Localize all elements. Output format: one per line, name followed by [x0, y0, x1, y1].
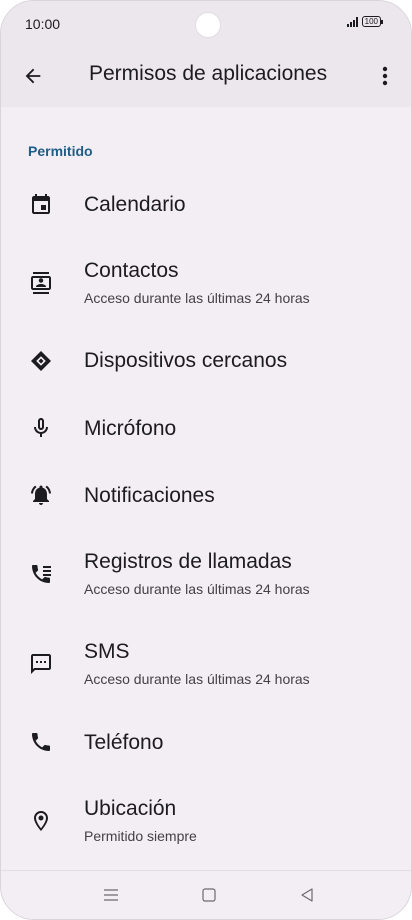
- call-log-icon: [27, 560, 55, 588]
- camera-cutout: [195, 12, 221, 38]
- phone-screen: 10:00 100 Permisos de aplicaciones Permi…: [0, 0, 412, 920]
- permission-item-nearby-devices[interactable]: Dispositivos cercanos: [1, 331, 411, 391]
- location-icon: [27, 807, 55, 835]
- menu-icon[interactable]: [99, 883, 123, 907]
- permission-item-sms[interactable]: SMS Acceso durante las últimas 24 horas: [1, 632, 411, 692]
- permission-item-notifications[interactable]: Notificaciones: [1, 465, 411, 525]
- permission-sublabel: Acceso durante las últimas 24 horas: [84, 671, 310, 687]
- calendar-icon: [27, 190, 55, 218]
- permission-item-contacts[interactable]: Contactos Acceso durante las últimas 24 …: [1, 251, 411, 311]
- permission-sublabel: Permitido siempre: [84, 828, 197, 844]
- permission-item-phone[interactable]: Teléfono: [1, 712, 411, 772]
- permission-label: Calendario: [84, 193, 186, 216]
- status-indicators: 100: [346, 16, 384, 27]
- permission-sublabel: Acceso durante las últimas 24 horas: [84, 290, 310, 306]
- permission-label: Ubicación: [84, 797, 177, 820]
- section-header-allowed: Permitido: [28, 143, 93, 159]
- home-icon[interactable]: [197, 883, 221, 907]
- page-title: Permisos de aplicaciones: [89, 62, 328, 85]
- permission-label: Dispositivos cercanos: [84, 349, 288, 372]
- more-options-icon[interactable]: [373, 60, 397, 92]
- sms-icon: [27, 650, 55, 678]
- app-bar: Permisos de aplicaciones: [1, 45, 411, 107]
- permission-label: Registros de llamadas: [84, 550, 292, 573]
- contacts-icon: [27, 269, 55, 297]
- permission-label: Contactos: [84, 259, 179, 282]
- permission-label: Micrófono: [84, 417, 177, 440]
- back-arrow-icon[interactable]: [17, 60, 49, 92]
- status-bar: 10:00 100: [1, 1, 411, 45]
- battery-icon: 100: [361, 16, 384, 27]
- permission-item-calendar[interactable]: Calendario: [1, 174, 411, 234]
- permission-label: Notificaciones: [84, 484, 215, 507]
- back-triangle-icon[interactable]: [295, 883, 319, 907]
- microphone-icon: [27, 414, 55, 442]
- permission-label: SMS: [84, 640, 130, 663]
- status-time: 10:00: [25, 16, 61, 32]
- permission-sublabel: Acceso durante las últimas 24 horas: [84, 581, 310, 597]
- permission-item-microphone[interactable]: Micrófono: [1, 398, 411, 458]
- nearby-devices-icon: [27, 347, 55, 375]
- signal-icon: [346, 16, 358, 27]
- navigation-bar: [1, 870, 411, 919]
- permission-label: Teléfono: [84, 731, 164, 754]
- permission-item-location[interactable]: Ubicación Permitido siempre: [1, 789, 411, 849]
- bell-icon: [27, 481, 55, 509]
- permission-item-call-logs[interactable]: Registros de llamadas Acceso durante las…: [1, 542, 411, 602]
- phone-icon: [27, 728, 55, 756]
